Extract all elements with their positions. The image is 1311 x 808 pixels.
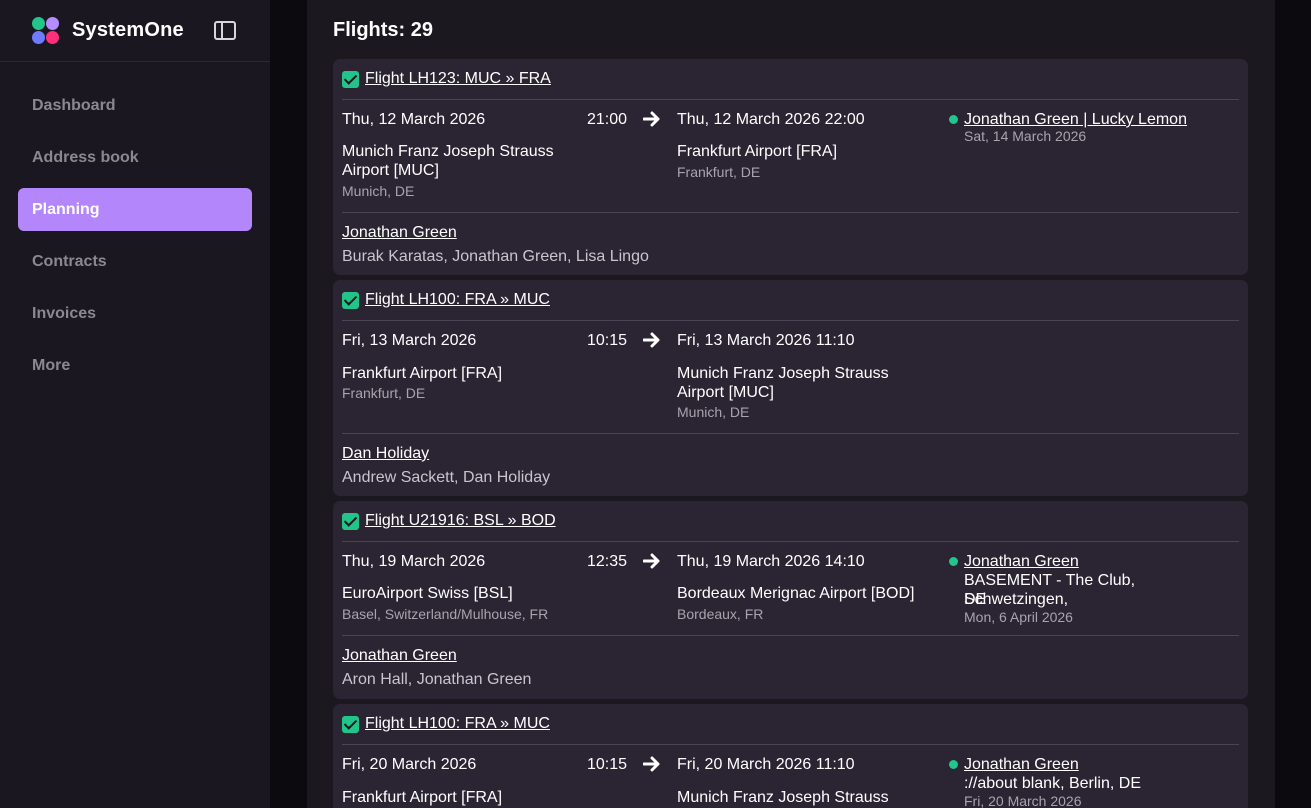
- status-dot-icon: [949, 115, 958, 124]
- sidebar-item-address-book[interactable]: Address book: [18, 136, 252, 179]
- event-link[interactable]: Jonathan Green: [964, 755, 1079, 774]
- departure-airport: Frankfurt Airport [FRA]: [342, 789, 503, 806]
- checkbox-checked-icon[interactable]: [342, 291, 359, 309]
- departure-city: Basel, Switzerland/Mulhouse, FR: [342, 606, 549, 622]
- arrival-airport: Munich Franz Joseph Strauss: [677, 789, 889, 806]
- lead-person-link[interactable]: Dan Holiday: [342, 444, 429, 463]
- departure-time: 12:35: [587, 553, 628, 570]
- status-dot-icon: [949, 557, 958, 566]
- flight-card: Flight LH100: FRA » MUC Fri, 20 March 20…: [333, 704, 1248, 808]
- checkbox-checked-icon[interactable]: [342, 512, 359, 530]
- flight-card-header: Flight LH123: MUC » FRA: [342, 59, 1239, 100]
- arrow-right-icon: [643, 332, 660, 348]
- brand-name: SystemOne: [72, 19, 184, 41]
- arrival-datetime: Fri, 13 March 2026 11:10: [677, 332, 855, 349]
- event-link[interactable]: Jonathan Green | Lucky Lemon: [964, 110, 1187, 129]
- departure-airport-line2: Airport [MUC]: [342, 162, 439, 179]
- arrival-city: Frankfurt, DE: [677, 164, 761, 180]
- departure-airport: Munich Franz Joseph Strauss: [342, 143, 554, 160]
- arrival-airport: Munich Franz Joseph Strauss: [677, 365, 889, 382]
- status-dot-icon: [949, 760, 958, 769]
- arrival-airport-line2: Airport [MUC]: [677, 384, 774, 401]
- sidebar-item-invoices[interactable]: Invoices: [18, 292, 252, 335]
- flight-title-link[interactable]: Flight LH100: FRA » MUC: [365, 715, 550, 733]
- flight-details: Thu, 19 March 2026 12:35 Thu, 19 March 2…: [342, 542, 1239, 636]
- arrival-datetime: Thu, 19 March 2026 14:10: [677, 553, 865, 570]
- departure-date: Thu, 12 March 2026: [342, 111, 486, 128]
- flight-card-header: Flight LH100: FRA » MUC: [342, 280, 1239, 321]
- departure-airport: Frankfurt Airport [FRA]: [342, 365, 503, 382]
- flight-details: Thu, 12 March 2026 21:00 Thu, 12 March 2…: [342, 100, 1239, 213]
- departure-city: Frankfurt, DE: [342, 385, 426, 401]
- departure-city: Munich, DE: [342, 183, 415, 199]
- flight-card-header: Flight U21916: BSL » BOD: [342, 501, 1239, 542]
- arrival-datetime: Thu, 12 March 2026 22:00: [677, 111, 865, 128]
- checkbox-checked-icon[interactable]: [342, 715, 359, 733]
- arrow-right-icon: [643, 553, 660, 569]
- lead-person-link[interactable]: Jonathan Green: [342, 223, 457, 242]
- flight-card: Flight U21916: BSL » BOD Thu, 19 March 2…: [333, 501, 1248, 699]
- departure-date: Thu, 19 March 2026: [342, 553, 486, 570]
- arrival-airport: Frankfurt Airport [FRA]: [677, 143, 838, 160]
- sidebar-nav: Dashboard Address book Planning Contract…: [0, 62, 270, 387]
- page-title: Flights: 29: [333, 19, 434, 41]
- flight-title-link[interactable]: Flight LH123: MUC » FRA: [365, 70, 551, 88]
- sidebar-collapse-icon[interactable]: [214, 21, 236, 40]
- arrival-city: Bordeaux, FR: [677, 606, 764, 622]
- flight-card: Flight LH123: MUC » FRA Thu, 12 March 20…: [333, 59, 1248, 275]
- event-date: Sat, 14 March 2026: [964, 128, 1087, 144]
- arrow-right-icon: [643, 756, 660, 772]
- event-venue: ://about blank, Berlin, DE: [964, 775, 1141, 792]
- systemone-logo-icon: [32, 16, 60, 45]
- flight-details: Fri, 20 March 2026 10:15 Fri, 20 March 2…: [342, 745, 1239, 808]
- event-date: Mon, 6 April 2026: [964, 609, 1073, 625]
- event-link[interactable]: Jonathan Green: [964, 552, 1079, 571]
- arrow-right-icon: [643, 111, 660, 127]
- checkbox-checked-icon[interactable]: [342, 70, 359, 88]
- departure-airport: EuroAirport Swiss [BSL]: [342, 585, 513, 602]
- passenger-list: Aron Hall, Jonathan Green: [342, 671, 532, 688]
- event-venue-line2: DE: [964, 591, 987, 608]
- flight-card: Flight LH100: FRA » MUC Fri, 13 March 20…: [333, 280, 1248, 496]
- event-venue: BASEMENT - The Club, Schwetzingen,: [964, 572, 1136, 608]
- arrival-city: Munich, DE: [677, 404, 750, 420]
- sidebar-item-more[interactable]: More: [18, 344, 252, 387]
- passenger-list: Andrew Sackett, Dan Holiday: [342, 469, 551, 486]
- arrival-airport: Bordeaux Merignac Airport [BOD]: [677, 585, 915, 602]
- brand-header: SystemOne: [0, 0, 270, 62]
- departure-time: 10:15: [587, 332, 628, 349]
- lead-person-link[interactable]: Jonathan Green: [342, 646, 457, 665]
- departure-time: 21:00: [587, 111, 628, 128]
- arrival-datetime: Fri, 20 March 2026 11:10: [677, 756, 855, 773]
- event-date: Fri, 20 March 2026: [964, 793, 1082, 808]
- sidebar-item-contracts[interactable]: Contracts: [18, 240, 252, 283]
- main-content: Flights: 29 Flight LH123: MUC » FRA Thu,…: [307, 0, 1275, 808]
- flight-details: Fri, 13 March 2026 10:15 Fri, 13 March 2…: [342, 321, 1239, 434]
- sidebar-item-dashboard[interactable]: Dashboard: [18, 84, 252, 127]
- flight-title-link[interactable]: Flight LH100: FRA » MUC: [365, 291, 550, 309]
- passenger-list: Burak Karatas, Jonathan Green, Lisa Ling…: [342, 248, 649, 265]
- flight-card-header: Flight LH100: FRA » MUC: [342, 704, 1239, 745]
- departure-time: 10:15: [587, 756, 628, 773]
- departure-date: Fri, 13 March 2026: [342, 332, 477, 349]
- sidebar-item-planning[interactable]: Planning: [18, 188, 252, 231]
- sidebar: SystemOne Dashboard Address book Plannin…: [0, 0, 270, 808]
- flight-title-link[interactable]: Flight U21916: BSL » BOD: [365, 512, 556, 530]
- departure-date: Fri, 20 March 2026: [342, 756, 477, 773]
